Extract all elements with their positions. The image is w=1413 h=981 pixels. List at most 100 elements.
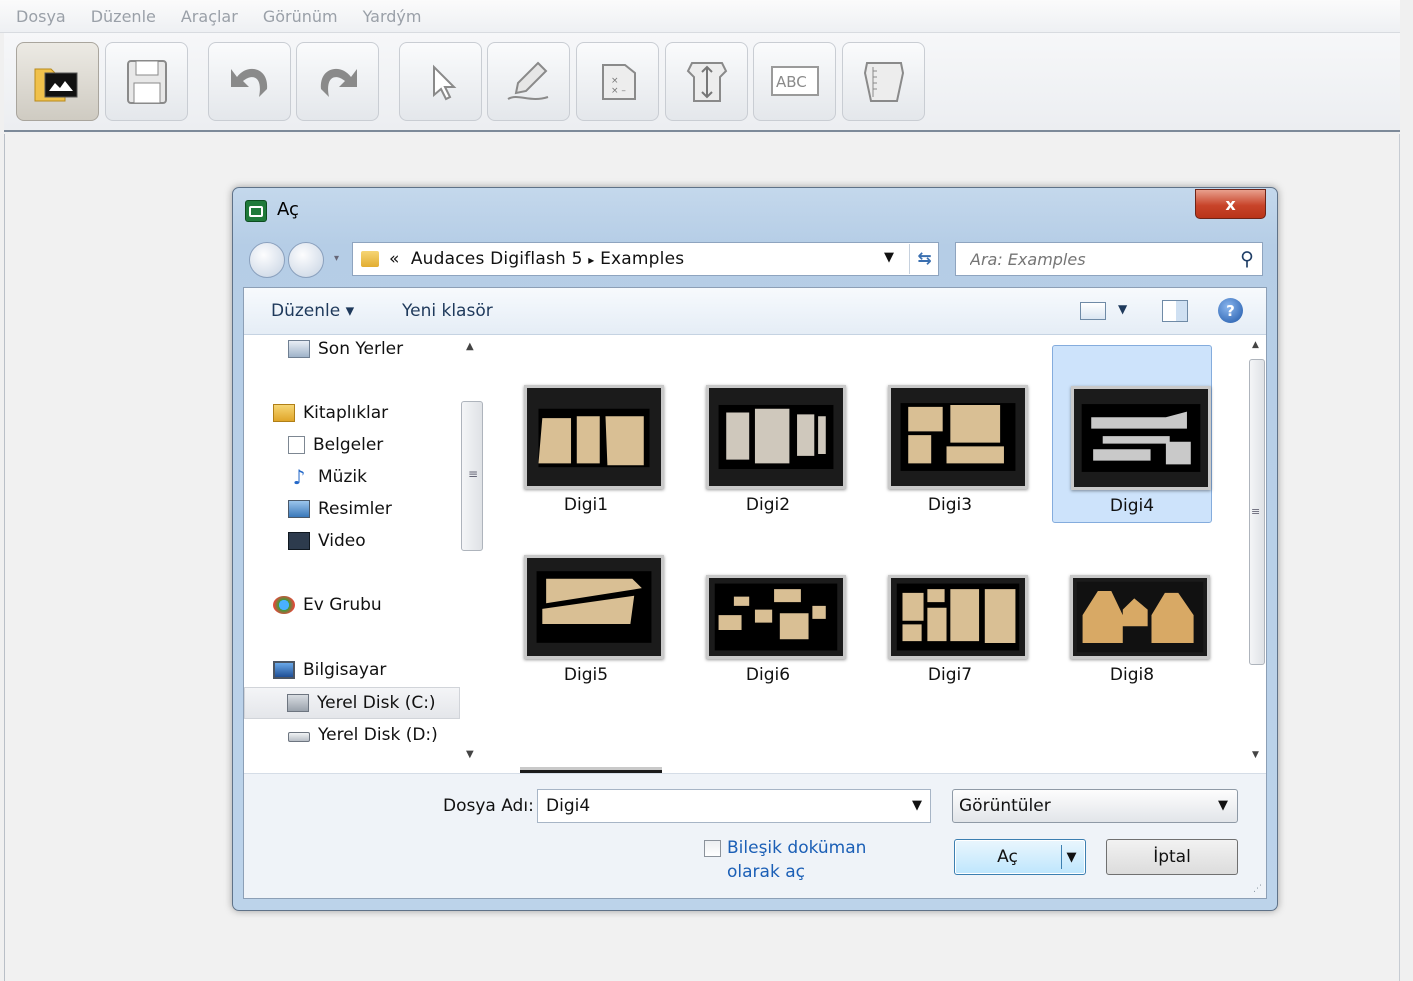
system-drive-icon <box>287 694 309 712</box>
filetype-select[interactable]: Görüntüler ▼ <box>952 789 1238 823</box>
file-item-digi8[interactable]: Digi8 <box>1052 525 1212 703</box>
address-bar[interactable]: « Audaces Digiflash 5 ▸ Examples ▼ <box>352 242 939 276</box>
organize-menu[interactable]: Düzenle ▾ <box>271 301 354 321</box>
cancel-button[interactable]: İptal <box>1106 839 1238 875</box>
scroll-up-icon[interactable]: ▲ <box>1252 340 1259 350</box>
open-button[interactable]: Aç ▼ <box>954 839 1086 875</box>
file-name: Digi6 <box>745 665 791 685</box>
open-file-button[interactable] <box>16 42 99 121</box>
folder-icon <box>361 251 379 267</box>
measure-tool-button[interactable] <box>842 42 925 121</box>
file-item-digi1[interactable]: Digi1 <box>506 345 666 523</box>
file-name: Digi3 <box>927 495 973 515</box>
libraries-icon <box>273 404 295 422</box>
thumbnail <box>888 575 1028 659</box>
close-button[interactable]: x <box>1195 189 1266 219</box>
back-button[interactable] <box>249 242 285 278</box>
breadcrumb-separator[interactable]: ▸ <box>588 253 594 267</box>
history-dropdown-icon[interactable]: ▾ <box>334 253 339 264</box>
redo-button[interactable] <box>296 42 379 121</box>
filetype-value: Görüntüler <box>959 796 1051 816</box>
scroll-down-icon[interactable]: ▼ <box>466 749 474 760</box>
search-input[interactable] <box>968 248 1218 270</box>
pen-draw-icon <box>506 61 548 100</box>
breadcrumb-examples[interactable]: Examples <box>600 249 684 269</box>
search-icon[interactable]: ⚲ <box>1240 248 1254 270</box>
file-name: Digi4 <box>1109 496 1155 516</box>
menu-araclar[interactable]: Araçlar <box>181 7 238 26</box>
nav-kitapliklar[interactable]: Kitaplıklar <box>273 399 388 427</box>
filename-dropdown-icon[interactable]: ▼ <box>912 798 922 813</box>
help-icon[interactable]: ? <box>1218 298 1243 323</box>
scroll-up-icon[interactable]: ▲ <box>466 341 474 352</box>
address-dropdown-icon[interactable]: ▼ <box>884 250 894 265</box>
search-box[interactable]: ⚲ <box>955 242 1263 276</box>
file-name: Digi1 <box>563 495 609 515</box>
preview-pane-icon[interactable] <box>1162 300 1188 322</box>
drive-icon <box>288 732 310 742</box>
thumbnail <box>524 555 664 659</box>
scroll-down-icon[interactable]: ▼ <box>1252 750 1259 760</box>
file-list-scrollbar[interactable]: ▲ ≡ ▼ <box>1248 335 1266 773</box>
menu-yardim[interactable]: Yardým <box>363 7 422 26</box>
text-tool-button[interactable]: ABC <box>753 42 836 121</box>
nav-yerel-disk-c[interactable]: Yerel Disk (C:) <box>244 687 460 719</box>
draw-tool-button[interactable] <box>487 42 570 121</box>
nav-muzik[interactable]: ♪ Müzik <box>288 463 367 491</box>
breadcrumb: « Audaces Digiflash 5 ▸ Examples <box>389 249 684 269</box>
nav-scrollbar[interactable]: ▲ ≡ ▼ <box>460 335 488 773</box>
save-button[interactable] <box>105 42 188 121</box>
thumbnail <box>1070 575 1210 659</box>
breadcrumb-audaces[interactable]: Audaces Digiflash 5 <box>411 249 583 269</box>
open-folder-icon <box>34 68 77 101</box>
new-folder-button[interactable]: Yeni klasör <box>402 301 493 321</box>
compound-checkbox[interactable] <box>704 840 721 857</box>
refresh-icon: ⇆ <box>917 249 932 269</box>
resize-grip-icon[interactable]: ⋰ <box>1253 884 1262 894</box>
nav-yerel-disk-d[interactable]: Yerel Disk (D:) <box>288 721 438 749</box>
open-button-label[interactable]: Aç <box>955 840 1060 874</box>
file-name: Digi2 <box>745 495 791 515</box>
file-item-digi2[interactable]: Digi2 <box>688 345 848 523</box>
breadcrumb-overflow[interactable]: « <box>389 249 400 269</box>
select-tool-button[interactable] <box>399 42 482 121</box>
filetype-dropdown-icon[interactable]: ▼ <box>1218 798 1228 813</box>
nav-video[interactable]: Video <box>288 527 366 555</box>
compound-document-option[interactable]: Bileşik doküman olarak aç <box>704 836 924 884</box>
open-options-dropdown-icon[interactable]: ▼ <box>1061 845 1081 869</box>
filename-input[interactable] <box>544 795 884 817</box>
refresh-button[interactable]: ⇆ <box>909 244 939 274</box>
menu-dosya[interactable]: Dosya <box>16 7 66 26</box>
nav-belgeler[interactable]: Belgeler <box>288 431 383 459</box>
redo-icon <box>320 68 357 97</box>
app-toolbar: × × – ABC <box>4 33 1400 132</box>
nav-resimler[interactable]: Resimler <box>288 495 392 523</box>
file-item-digi6[interactable]: Digi6 <box>688 525 848 703</box>
pictures-icon <box>288 500 310 518</box>
menu-duzenle[interactable]: Düzenle <box>91 7 156 26</box>
command-bar: Düzenle ▾ Yeni klasör ▼ ? <box>244 288 1266 335</box>
video-icon <box>288 532 310 550</box>
file-item-digi3[interactable]: Digi3 <box>870 345 1030 523</box>
browser-panel: Düzenle ▾ Yeni klasör ▼ ? Son Yerler Kit… <box>243 287 1267 899</box>
forward-button[interactable] <box>288 242 324 278</box>
file-item-digi5[interactable]: Digi5 <box>506 525 666 703</box>
file-item-digi4[interactable]: Digi4 <box>1052 345 1212 523</box>
change-view-icon[interactable] <box>1080 302 1106 320</box>
piece-tool-button[interactable]: × × – <box>576 42 659 121</box>
open-file-dialog: Aç x ▾ « Audaces Digiflash 5 ▸ Examples … <box>232 187 1278 911</box>
undo-button[interactable] <box>208 42 291 121</box>
thumbnail <box>888 385 1028 489</box>
menu-gorunum[interactable]: Görünüm <box>263 7 338 26</box>
compound-label[interactable]: Bileşik doküman olarak aç <box>727 836 924 884</box>
nav-son-yerler[interactable]: Son Yerler <box>288 335 403 363</box>
file-item-digi7[interactable]: Digi7 <box>870 525 1030 703</box>
filename-combo[interactable]: ▼ <box>537 789 931 823</box>
nav-bilgisayar[interactable]: Bilgisayar <box>273 656 386 684</box>
nav-ev-grubu[interactable]: Ev Grubu <box>273 591 382 619</box>
view-dropdown-icon[interactable]: ▼ <box>1118 302 1127 316</box>
thumbnail <box>524 385 664 489</box>
grain-tool-button[interactable] <box>665 42 748 121</box>
thumbnail <box>1071 386 1211 490</box>
measure-piece-icon <box>863 61 904 102</box>
